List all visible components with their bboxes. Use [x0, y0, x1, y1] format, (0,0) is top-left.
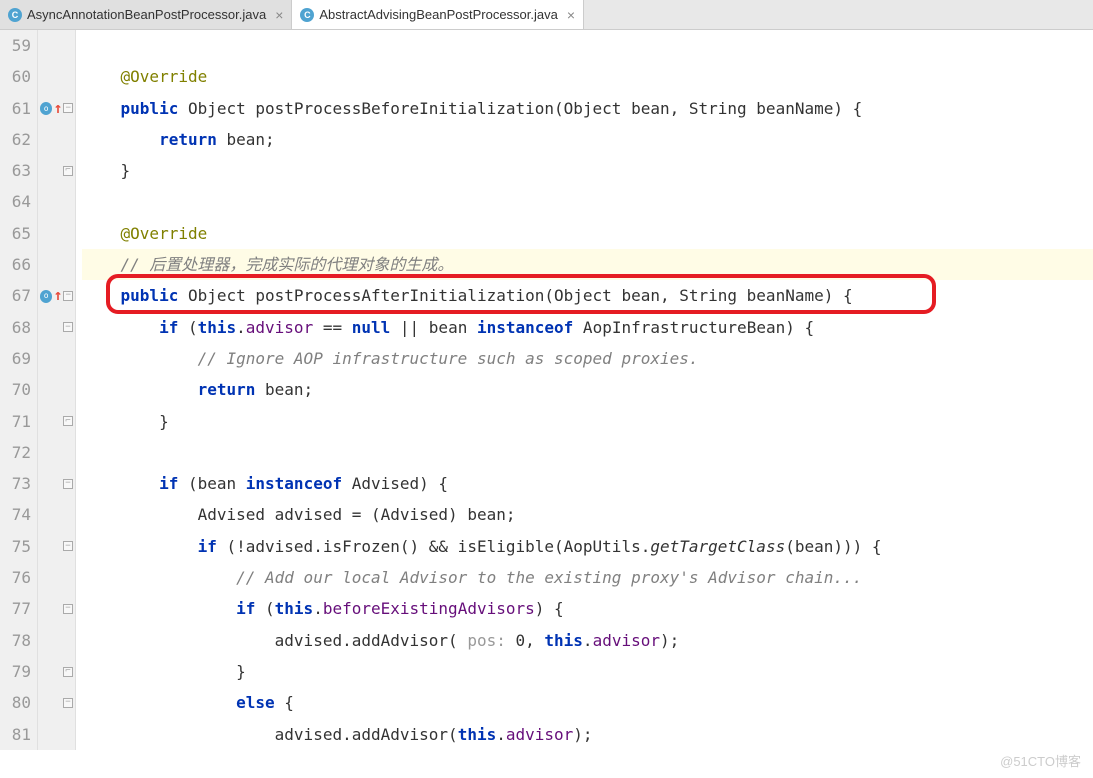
fold-close-icon[interactable]: ⌐ [63, 166, 73, 176]
code-line: Advised advised = (Advised) bean; [82, 499, 1093, 530]
line-number: 77 [0, 593, 31, 624]
line-number: 66 [0, 249, 31, 280]
code-line: if (bean instanceof Advised) { [82, 468, 1093, 499]
fold-open-icon[interactable]: − [63, 103, 73, 113]
line-number: 71 [0, 406, 31, 437]
line-number: 79 [0, 656, 31, 687]
java-class-icon: C [300, 8, 314, 22]
code-line: if (this.advisor == null || bean instanc… [82, 312, 1093, 343]
marker-cell [38, 625, 75, 656]
marker-cell [38, 61, 75, 92]
line-number: 67 [0, 280, 31, 311]
line-number: 74 [0, 499, 31, 530]
code-line: } [82, 155, 1093, 186]
code-line: if (this.beforeExistingAdvisors) { [82, 593, 1093, 624]
code-line: @Override [82, 218, 1093, 249]
marker-cell: − [38, 687, 75, 718]
line-number: 72 [0, 437, 31, 468]
line-number: 76 [0, 562, 31, 593]
fold-open-icon[interactable]: − [63, 322, 73, 332]
code-line: } [82, 656, 1093, 687]
line-number: 69 [0, 343, 31, 374]
line-number: 70 [0, 374, 31, 405]
code-line [82, 186, 1093, 217]
fold-open-icon[interactable]: − [63, 604, 73, 614]
code-line: return bean; [82, 374, 1093, 405]
tab-label: AsyncAnnotationBeanPostProcessor.java [27, 7, 266, 22]
code-line: } [82, 406, 1093, 437]
line-number: 80 [0, 687, 31, 718]
code-line: // Add our local Advisor to the existing… [82, 562, 1093, 593]
marker-cell [38, 218, 75, 249]
line-number: 60 [0, 61, 31, 92]
line-number: 62 [0, 124, 31, 155]
fold-close-icon[interactable]: ⌐ [63, 416, 73, 426]
marker-cell: ⌐ [38, 656, 75, 687]
arrow-up-icon: ↑ [53, 93, 62, 124]
marker-cell [38, 124, 75, 155]
line-number: 78 [0, 625, 31, 656]
tab-label: AbstractAdvisingBeanPostProcessor.java [319, 7, 557, 22]
marker-cell [38, 343, 75, 374]
code-line [82, 30, 1093, 61]
code-line: // Ignore AOP infrastructure such as sco… [82, 343, 1093, 374]
code-line: @Override [82, 61, 1093, 92]
arrow-up-icon: ↑ [53, 280, 62, 311]
marker-cell: o↑− [38, 93, 75, 124]
line-number: 59 [0, 30, 31, 61]
code-line: if (!advised.isFrozen() && isEligible(Ao… [82, 531, 1093, 562]
marker-cell: − [38, 593, 75, 624]
line-number-gutter: 5960616263646566676869707172737475767778… [0, 30, 38, 750]
code-line: advised.addAdvisor( pos: 0, this.advisor… [82, 625, 1093, 656]
marker-cell [38, 249, 75, 280]
fold-open-icon[interactable]: − [63, 541, 73, 551]
line-number: 75 [0, 531, 31, 562]
marker-cell: ⌐ [38, 155, 75, 186]
line-number: 61 [0, 93, 31, 124]
marker-cell: ⌐ [38, 406, 75, 437]
marker-cell [38, 186, 75, 217]
java-class-icon: C [8, 8, 22, 22]
tab-abstract-advising[interactable]: C AbstractAdvisingBeanPostProcessor.java… [292, 0, 584, 29]
fold-open-icon[interactable]: − [63, 698, 73, 708]
marker-cell [38, 437, 75, 468]
line-number: 73 [0, 468, 31, 499]
code-line: // 后置处理器，完成实际的代理对象的生成。 [82, 249, 1093, 280]
code-line [82, 437, 1093, 468]
close-icon[interactable]: × [271, 7, 283, 23]
line-number: 63 [0, 155, 31, 186]
override-icon[interactable]: o [40, 290, 52, 303]
marker-cell [38, 499, 75, 530]
override-icon[interactable]: o [40, 102, 52, 115]
marker-cell [38, 30, 75, 61]
marker-cell: − [38, 531, 75, 562]
code-line: else { [82, 687, 1093, 718]
tabs-bar: C AsyncAnnotationBeanPostProcessor.java … [0, 0, 1093, 30]
close-icon[interactable]: × [563, 7, 575, 23]
marker-gutter: o↑−⌐o↑−−⌐−−−⌐− [38, 30, 76, 750]
line-number: 64 [0, 186, 31, 217]
code-editor: 5960616263646566676869707172737475767778… [0, 30, 1093, 750]
marker-cell [38, 374, 75, 405]
line-number: 68 [0, 312, 31, 343]
fold-open-icon[interactable]: − [63, 291, 73, 301]
line-number: 65 [0, 218, 31, 249]
marker-cell: o↑− [38, 280, 75, 311]
code-line: public Object postProcessAfterInitializa… [82, 280, 1093, 311]
code-area[interactable]: @Override public Object postProcessBefor… [76, 30, 1093, 750]
marker-cell: − [38, 312, 75, 343]
watermark: @51CTO博客 [1000, 751, 1081, 770]
code-line: advised.addAdvisor(this.advisor); [82, 719, 1093, 750]
fold-open-icon[interactable]: − [63, 479, 73, 489]
code-line: public Object postProcessBeforeInitializ… [82, 93, 1093, 124]
fold-close-icon[interactable]: ⌐ [63, 667, 73, 677]
marker-cell [38, 719, 75, 750]
marker-cell: − [38, 468, 75, 499]
tab-async-annotation[interactable]: C AsyncAnnotationBeanPostProcessor.java … [0, 0, 292, 29]
line-number: 81 [0, 719, 31, 750]
marker-cell [38, 562, 75, 593]
code-line: return bean; [82, 124, 1093, 155]
